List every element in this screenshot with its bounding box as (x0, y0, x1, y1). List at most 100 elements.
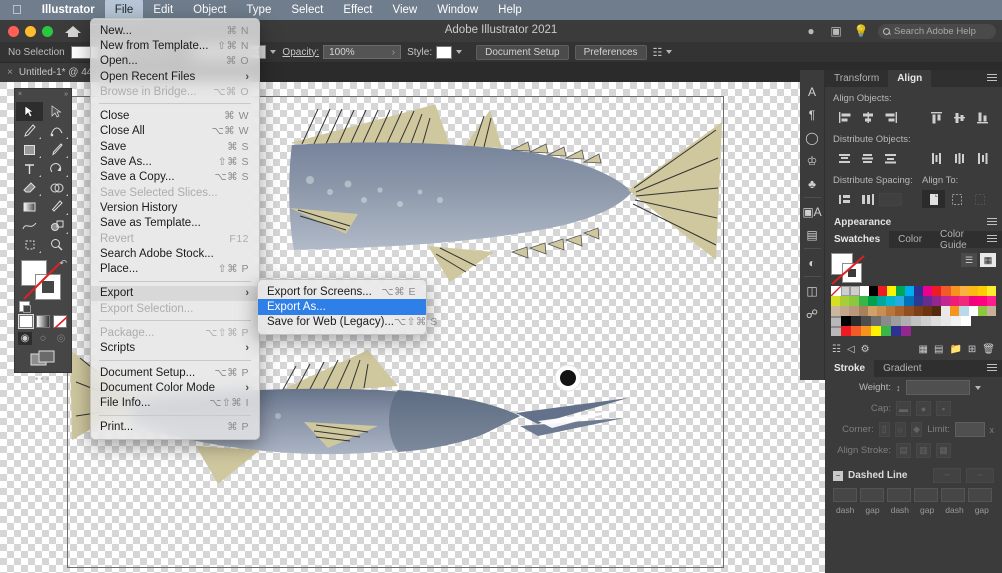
menu-illustrator[interactable]: Illustrator (32, 0, 105, 20)
file-menu-item-open[interactable]: Open... ⌘ O (91, 54, 259, 69)
screen-icon[interactable]: ▣ (828, 23, 844, 39)
symbols-panel-icon[interactable]: ♔ (800, 149, 825, 172)
spacing-value-field[interactable] (879, 190, 902, 208)
menu-window[interactable]: Window (427, 0, 488, 20)
swatch-color[interactable] (977, 306, 987, 316)
file-menu-item-save-as[interactable]: Save As... ⇧⌘ S (91, 154, 259, 169)
tools-panel-header[interactable]: × » (15, 89, 71, 100)
file-menu-item-close[interactable]: Close ⌘ W (91, 108, 259, 123)
weight-input[interactable] (905, 380, 970, 395)
draw-normal-icon[interactable]: ◉ (18, 332, 32, 345)
swatch-fill-stroke-preview[interactable] (831, 253, 871, 285)
paragraph-panel-icon[interactable]: ¶ (800, 103, 825, 126)
file-menu-item-file-info[interactable]: File Info... ⌥⇧⌘ I (91, 396, 259, 411)
swatches-grid[interactable] (831, 286, 997, 336)
new-color-group-icon[interactable]: ▦ (919, 344, 928, 355)
swatch-color[interactable] (886, 286, 896, 296)
swatch-color[interactable] (951, 316, 961, 326)
file-menu-item-version-history[interactable]: Version History (91, 200, 259, 215)
file-menu-dropdown[interactable]: New... ⌘ N New from Template... ⇧⌘ N Open...… (90, 18, 260, 441)
file-menu-item-new[interactable]: New... ⌘ N (91, 23, 259, 38)
swatch-none[interactable] (831, 286, 841, 296)
swatch-color[interactable] (950, 296, 960, 306)
swatch-color[interactable] (931, 296, 942, 306)
tab-transform[interactable]: Transform (825, 70, 888, 87)
folder-icon[interactable]: 📁 (949, 344, 961, 355)
align-to-selection-icon[interactable] (945, 190, 968, 208)
swatch-color[interactable] (923, 286, 933, 296)
file-menu-item-save-a-copy[interactable]: Save a Copy... ⌥⌘ S (91, 170, 259, 185)
menu-type[interactable]: Type (236, 0, 281, 20)
align-vertical-center-icon[interactable] (948, 108, 971, 126)
swatch-registration[interactable] (841, 286, 851, 296)
curvature-tool[interactable] (43, 121, 70, 140)
swatch-color[interactable] (849, 296, 859, 306)
menu-help[interactable]: Help (488, 0, 532, 20)
swatch-color[interactable] (901, 326, 911, 336)
swatch-color[interactable] (858, 296, 868, 306)
swatch-color[interactable] (871, 316, 881, 326)
swatch-color[interactable] (861, 316, 871, 326)
swatch-color[interactable] (871, 326, 881, 336)
swatch-color[interactable] (941, 296, 951, 306)
eraser-tool[interactable] (16, 178, 43, 197)
brushes-panel-icon[interactable]: ◯ (800, 126, 825, 149)
swatch-options-icon[interactable]: ⚙ (861, 344, 870, 355)
menu-effect[interactable]: Effect (333, 0, 382, 20)
swatches-panel-menu-icon[interactable] (987, 235, 997, 244)
swatch-color[interactable] (911, 316, 921, 326)
swatch-color-group[interactable] (831, 326, 841, 336)
symbol-sprayer-tool[interactable] (43, 216, 70, 235)
swatch-color[interactable] (877, 286, 887, 296)
menu-file[interactable]: File (104, 0, 144, 20)
miter-join-icon[interactable]: ▯ (878, 422, 890, 437)
apple-icon[interactable]:  (8, 2, 32, 19)
list-view-icon[interactable]: ☰ (961, 253, 977, 267)
swatch-color[interactable] (851, 316, 861, 326)
swatch-detail-icon[interactable]: ▤ (934, 344, 943, 355)
swatch-color[interactable] (895, 296, 905, 306)
menu-view[interactable]: View (383, 0, 428, 20)
horizontal-distribute-space-icon[interactable] (856, 190, 879, 208)
arrange-chevron-icon[interactable] (666, 50, 673, 54)
file-menu-item-save[interactable]: Save ⌘ S (91, 139, 259, 154)
opacity-chevron-icon[interactable]: › (392, 47, 395, 58)
limit-input[interactable] (954, 422, 985, 437)
dash-dash-input[interactable] (833, 488, 857, 502)
swatch-color[interactable] (941, 316, 951, 326)
swatch-color[interactable] (914, 286, 924, 296)
draw-inside-icon[interactable]: ◎ (54, 332, 68, 345)
user-account-icon[interactable]: ● (803, 23, 819, 39)
dash-dash-input[interactable] (941, 488, 965, 502)
dash-gap-input[interactable] (914, 488, 938, 502)
layers-icon[interactable]: ▤ (800, 223, 825, 246)
change-screen-mode-icon[interactable] (30, 350, 56, 368)
style-swatch[interactable] (436, 45, 453, 59)
swatch-color[interactable] (840, 296, 850, 306)
swatch-color[interactable] (840, 306, 850, 316)
menu-object[interactable]: Object (183, 0, 236, 20)
appearance-icon[interactable]: ▣A (800, 200, 825, 223)
eyedropper-tool[interactable] (43, 197, 70, 216)
vertical-distribute-space-icon[interactable] (833, 190, 856, 208)
gradient-fill-icon[interactable] (36, 315, 50, 328)
swatch-color-group[interactable] (831, 316, 841, 326)
file-menu-item-print[interactable]: Print... ⌘ P (91, 420, 259, 435)
file-menu-item-search-adobe-stock[interactable]: Search Adobe Stock... (91, 246, 259, 261)
swatch-color[interactable] (950, 306, 960, 316)
align-stroke-outside-icon[interactable]: ▦ (936, 443, 951, 458)
distribute-horizontal-center-icon[interactable] (948, 149, 971, 167)
graphic-styles-icon[interactable]: ♣ (800, 172, 825, 195)
show-swatch-kinds-icon[interactable]: ◁ (847, 344, 855, 355)
export-submenu[interactable]: Export for Screens... ⌥⌘ E Export As... Sav… (257, 279, 437, 335)
align-left-icon[interactable] (833, 108, 856, 126)
preferences-button[interactable]: Preferences (574, 44, 647, 60)
stroke-panel-menu-icon[interactable] (987, 364, 997, 373)
align-panel-menu-icon[interactable] (987, 74, 997, 83)
swatch-color[interactable] (867, 296, 877, 306)
swatch-color[interactable] (859, 286, 869, 296)
swatch-color[interactable] (922, 296, 932, 306)
swatch-libraries-icon[interactable]: ☷ (832, 344, 841, 355)
file-menu-item-close-all[interactable]: Close All ⌥⌘ W (91, 124, 259, 139)
rotate-tool[interactable] (43, 159, 70, 178)
